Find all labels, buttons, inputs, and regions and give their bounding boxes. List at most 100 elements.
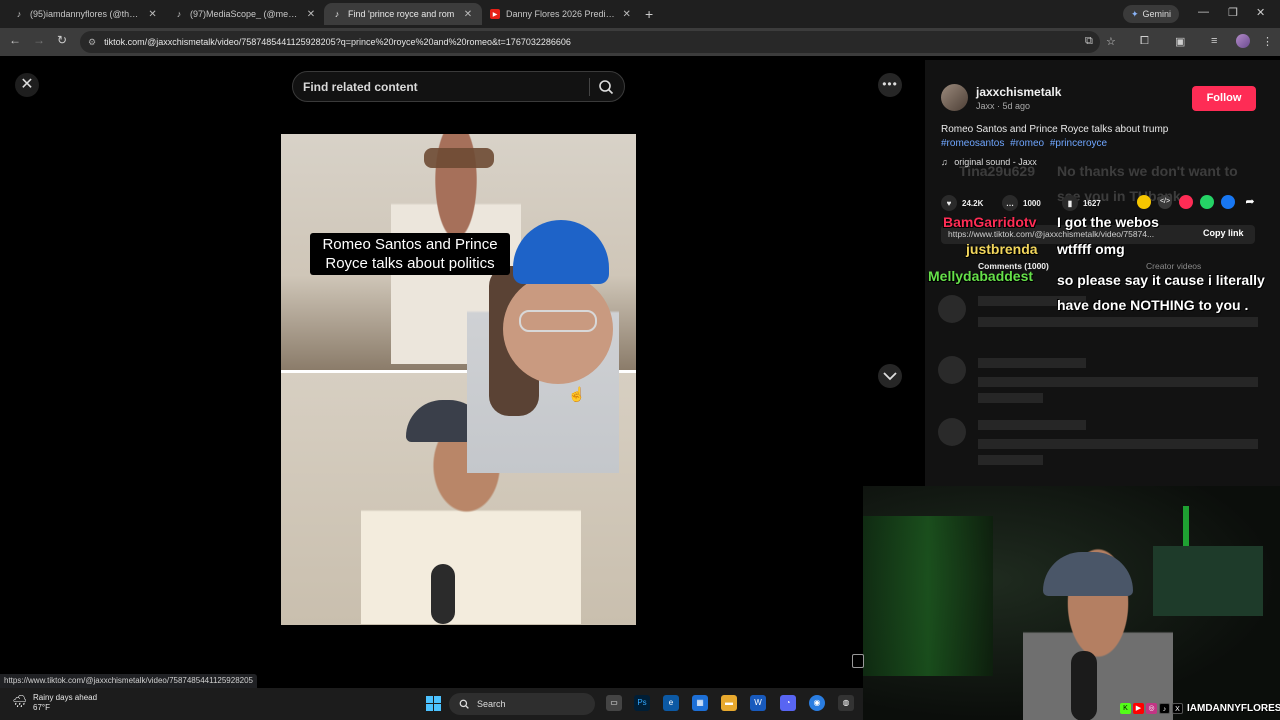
side-panel-icon[interactable]: ▣ (1175, 35, 1185, 48)
comment-button[interactable]: … 1000 (1002, 195, 1041, 211)
next-video-button[interactable] (878, 364, 902, 388)
edge-icon[interactable]: e (663, 695, 679, 711)
close-tab-icon[interactable]: ✕ (621, 9, 632, 20)
tiktok-icon: ♪ (1159, 703, 1170, 714)
comment-skeleton-avatar (938, 295, 966, 323)
browser-tab[interactable]: ▶ Danny Flores 2026 Predictions ✕ (482, 3, 640, 25)
webcam-microphone (1071, 651, 1097, 720)
gemini-icon: ✦ (1131, 8, 1139, 19)
hashtag-link[interactable]: #romeo (1010, 138, 1044, 149)
video-overlay-glasses (519, 310, 597, 332)
address-bar[interactable]: ⚙ tiktok.com/@jaxxchismetalk/video/75874… (80, 31, 1100, 53)
chrome-icon[interactable]: ◉ (809, 695, 825, 711)
share-coin-icon[interactable] (1137, 195, 1151, 209)
mini-player-icon[interactable] (852, 654, 864, 668)
save-count: 1627 (1083, 198, 1101, 208)
gemini-label: Gemini (1142, 9, 1172, 19)
browser-toolbar: ← → ↻ ⚙ tiktok.com/@jaxxchismetalk/video… (0, 28, 1280, 56)
bookmark-star-icon[interactable]: ☆ (1106, 35, 1116, 48)
whatsapp-icon[interactable] (1200, 195, 1214, 209)
comment-skeleton-line (978, 439, 1258, 449)
close-window-icon[interactable]: ✕ (1256, 6, 1265, 19)
store-icon[interactable]: ▦ (692, 695, 708, 711)
comment-skeleton-line (978, 455, 1043, 465)
discord-icon[interactable]: ◔ (780, 695, 796, 711)
media-controls-icon[interactable]: ≡ (1211, 35, 1217, 47)
tiktok-icon: ♪ (176, 9, 182, 19)
weather-rain-icon[interactable]: 🌧 (12, 694, 27, 708)
video-description: Romeo Santos and Prince Royce talks abou… (941, 124, 1169, 135)
browser-tab-active[interactable]: ♪ Find 'prince royce and rom ✕ (324, 3, 482, 25)
heart-icon: ♥ (941, 195, 957, 211)
close-tab-icon[interactable]: ✕ (306, 9, 316, 20)
save-button[interactable]: ▮ 1627 (1062, 195, 1101, 211)
search-icon[interactable] (598, 79, 614, 98)
restore-icon[interactable]: ❐ (1228, 6, 1238, 19)
menu-icon[interactable]: ⋮ (1262, 35, 1273, 48)
taskbar-search[interactable]: Search (449, 693, 595, 715)
search-divider (589, 78, 590, 96)
weather-widget[interactable]: Rainy days ahead 67°F (33, 693, 97, 713)
close-icon[interactable]: ✕ (15, 73, 39, 97)
comment-skeleton-line (978, 393, 1043, 403)
share-send-icon[interactable] (1179, 195, 1193, 209)
chat-message: wtffff omg (1057, 241, 1125, 257)
close-tab-icon[interactable]: ✕ (462, 9, 474, 20)
hashtag-list: #romeosantos #romeo #princeroyce (941, 138, 1110, 149)
search-icon (459, 699, 469, 709)
more-options-icon[interactable]: ••• (878, 73, 902, 97)
streamer-webcam (863, 486, 1280, 720)
follow-button[interactable]: Follow (1192, 86, 1256, 111)
hand-cursor-icon: ☝ (568, 386, 586, 402)
like-button[interactable]: ♥ 24.2K (941, 195, 983, 211)
related-search-input[interactable]: Find related content (292, 71, 625, 102)
social-handle: K ▶ ◎ ♪ X IAMDANNYFLORES (1120, 703, 1280, 714)
weather-title: Rainy days ahead (33, 693, 98, 702)
browser-tab[interactable]: ♪ (97)MediaScope_ (@mediascop ✕ (166, 3, 324, 25)
creator-nickname: Jaxx (976, 101, 995, 111)
comment-skeleton-line (978, 358, 1086, 368)
forward-icon[interactable]: → (33, 33, 45, 47)
start-button[interactable] (426, 696, 441, 711)
chevron-down-icon (883, 372, 897, 381)
browser-tab[interactable]: ♪ (95)iamdannyflores (@theflore ✕ (6, 3, 166, 25)
creator-username[interactable]: jaxxchismetalk (976, 85, 1061, 99)
photoshop-icon[interactable]: Ps (634, 695, 650, 711)
comment-skeleton-line (978, 377, 1258, 387)
hashtag-link[interactable]: #princeroyce (1050, 138, 1107, 149)
kick-icon: K (1120, 703, 1131, 714)
handle-text: IAMDANNYFLORES (1187, 703, 1280, 714)
reload-icon[interactable]: ↻ (57, 33, 67, 47)
facebook-icon[interactable] (1221, 195, 1235, 209)
youtube-icon: ▶ (490, 9, 500, 19)
app-icon[interactable]: ◍ (838, 695, 854, 711)
video-player[interactable] (281, 134, 636, 625)
chat-message: so please say it cause i literally have … (1057, 272, 1265, 313)
comment-skeleton-avatar (938, 356, 966, 384)
chat-message: I got the webos (1057, 214, 1159, 230)
close-tab-icon[interactable]: ✕ (147, 9, 158, 20)
chat-username-faded: Tina29u629 (959, 163, 1036, 179)
task-view-icon[interactable]: ▭ (606, 695, 622, 711)
embed-code-icon[interactable]: </> (1158, 195, 1172, 209)
comment-skeleton-avatar (938, 418, 966, 446)
comment-skeleton-line (978, 420, 1086, 430)
word-icon[interactable]: W (750, 695, 766, 711)
site-info-icon[interactable]: ⚙ (88, 37, 96, 48)
new-tab-button[interactable]: + (645, 6, 653, 22)
extensions-icon[interactable]: ⧠ (1140, 35, 1149, 48)
minimize-icon[interactable]: — (1198, 6, 1209, 18)
share-arrow-icon[interactable]: ➦ (1243, 195, 1257, 209)
browser-tab-bar: ♪ (95)iamdannyflores (@theflore ✕ ♪ (97)… (0, 0, 1280, 28)
profile-avatar[interactable] (1236, 34, 1250, 48)
hashtag-link[interactable]: #romeosantos (941, 138, 1004, 149)
back-icon[interactable]: ← (9, 33, 21, 47)
chat-username: Mellydabaddest (928, 268, 1034, 284)
install-app-icon[interactable]: ⧉ (1085, 35, 1093, 48)
gemini-button[interactable]: ✦ Gemini (1123, 5, 1180, 23)
creator-avatar[interactable] (941, 84, 968, 111)
x-icon: X (1172, 703, 1183, 714)
copy-link-button[interactable]: Copy link (1203, 228, 1244, 238)
tiktok-icon: ♪ (16, 9, 22, 19)
file-explorer-icon[interactable]: ▬ (721, 695, 737, 711)
